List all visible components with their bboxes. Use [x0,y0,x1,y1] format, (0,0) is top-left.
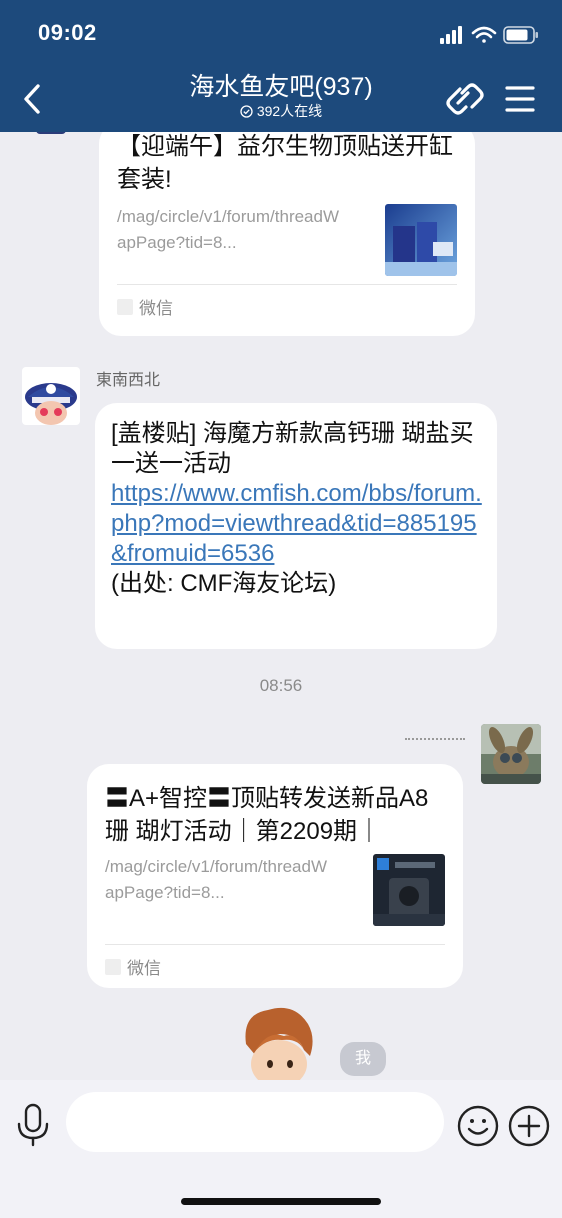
avatar[interactable] [36,132,66,134]
home-indicator [181,1198,381,1205]
avatar[interactable] [22,367,80,425]
chat-area[interactable]: 【迎端午】益尔生物顶贴送开缸套装! /mag/circle/v1/forum/t… [0,132,562,1080]
header-title-group: 海水鱼友吧(937) 392人在线 [120,72,442,120]
card-thumbnail [385,204,457,276]
product-image-icon [385,204,457,276]
card-title: 〓A+智控〓顶贴转发送新品A8珊 瑚灯活动｜第2209期｜ [105,785,429,845]
product-image-icon [373,854,445,926]
message-source: (出处: CMF海友论坛) [111,570,337,597]
card-thumbnail [373,854,445,926]
avatar-image-icon [481,724,541,784]
menu-icon[interactable] [504,82,536,116]
status-icons [440,26,538,44]
me-badge: 我 [340,1042,386,1076]
avatar[interactable] [481,724,541,784]
message-input[interactable] [66,1092,444,1152]
card-divider [117,284,457,285]
wechat-icon [105,958,121,975]
sticker-face-icon [245,1007,313,1080]
link-card[interactable]: 〓A+智控〓顶贴转发送新品A8珊 瑚灯活动｜第2209期｜ /mag/circl… [87,764,463,988]
card-source: 微信 [105,954,161,979]
signal-icon [440,26,462,44]
card-divider [105,944,445,945]
card-source-label: 微信 [139,299,173,318]
message-bubble[interactable]: [盖楼贴] 海魔方新款高钙珊 瑚盐买一送一活动 https://www.cmfi… [95,403,497,649]
card-source: 微信 [117,294,173,319]
sender-name-placeholder [405,738,465,744]
message-link[interactable]: https://www.cmfish.com/bbs/forum.php?mod… [111,480,482,567]
check-circle-icon [240,104,253,118]
back-icon[interactable] [18,80,52,118]
sticker[interactable] [238,1004,318,1080]
page-title: 海水鱼友吧(937) [189,73,373,101]
chat-header: 09:02 海水鱼友吧(937) 392人在线 [0,0,562,132]
battery-icon [503,26,538,44]
card-source-label: 微信 [127,959,161,978]
wifi-icon [471,26,497,43]
message-text: [盖楼贴] 海魔方新款高钙珊 瑚盐买一送一活动 https://www.cmfi… [111,419,485,599]
online-status: 392人在线 [120,102,442,120]
card-title: 【迎端午】益尔生物顶贴送开缸套装! [117,133,453,193]
mic-icon[interactable] [14,1102,52,1148]
status-time: 09:02 [38,20,97,45]
wechat-icon [117,298,133,315]
emoji-icon[interactable] [456,1104,500,1148]
timestamp: 08:56 [259,676,303,695]
avatar-image-icon [22,367,80,425]
card-description: /mag/circle/v1/forum/threadWapPage?tid=8… [117,207,340,252]
online-count: 392人在线 [256,103,323,119]
plus-icon[interactable] [507,1104,551,1148]
link-icon[interactable] [442,80,484,120]
card-description: /mag/circle/v1/forum/threadWapPage?tid=8… [105,857,328,902]
message-body: [盖楼贴] 海魔方新款高钙珊 瑚盐买一送一活动 [111,420,474,477]
sender-name: 東南西北 [96,372,161,389]
link-card[interactable]: 【迎端午】益尔生物顶贴送开缸套装! /mag/circle/v1/forum/t… [99,132,475,336]
